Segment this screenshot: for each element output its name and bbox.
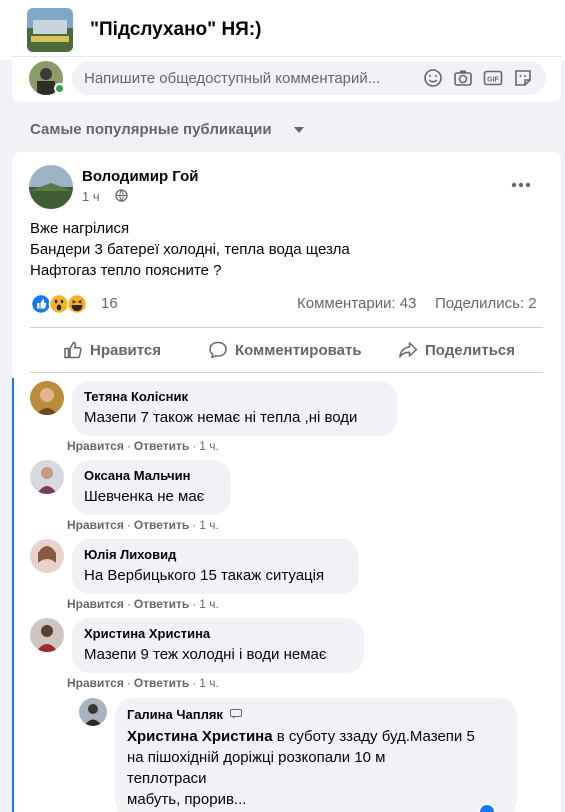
comment-reply-link[interactable]: Ответить [134, 439, 189, 453]
comment-placeholder: Напишите общедоступный комментарий... [84, 70, 381, 87]
comment-composer: Напишите общедоступный комментарий... GI… [12, 56, 561, 102]
sticker-icon[interactable] [512, 67, 534, 89]
comment-text: На Вербицького 15 такаж ситуація [84, 567, 325, 584]
reply-author-name[interactable]: Галина Чапляк [127, 707, 223, 723]
commenter-avatar[interactable] [30, 539, 64, 573]
comment-actions: Нравится · Ответить · 1 ч. [67, 518, 219, 532]
post-card: Володимир Гой 1 ч Вже нагрілися Бандери … [12, 152, 561, 812]
post-author-name[interactable]: Володимир Гой [82, 168, 198, 185]
post-line: Нафтогаз тепло поясните ? [30, 262, 222, 279]
comment-bubble-icon [209, 341, 227, 359]
divider [30, 372, 543, 373]
reply-avatar[interactable] [79, 698, 107, 726]
reply-text: Христина Христина в суботу ззаду буд.Маз… [127, 726, 505, 810]
like-button-label: Нравится [90, 341, 162, 359]
feed-sort-label[interactable]: Самые популярные публикации [30, 121, 272, 138]
comment-time[interactable]: 1 ч. [199, 518, 219, 532]
comment-text: Мазепи 9 теж холодні і води немає [84, 646, 327, 663]
comment-text: Мазепи 7 також немає ні тепла ,ні води [84, 409, 358, 426]
commenter-avatar[interactable] [30, 460, 64, 494]
comment-time[interactable]: 1 ч. [199, 439, 219, 453]
author-avatar[interactable] [29, 165, 73, 209]
group-title[interactable]: "Підслухано" НЯ:) [90, 19, 261, 41]
shares-count[interactable]: Поделились: 2 [435, 295, 537, 312]
comment-thread-line [12, 378, 14, 812]
comment-actions: Нравится · Ответить · 1 ч. [67, 676, 219, 690]
globe-icon [115, 189, 128, 202]
reply-text-line: на пішохідній доріжці розкопали 10 м [127, 749, 386, 766]
post-timestamp[interactable]: 1 ч [82, 189, 100, 204]
comment-reply-link[interactable]: Ответить [134, 518, 189, 532]
comment-like-link[interactable]: Нравится [67, 439, 124, 453]
svg-text:GIF: GIF [487, 77, 499, 84]
comment-button[interactable]: Комментировать [208, 332, 362, 368]
comment-reply-link[interactable]: Ответить [134, 597, 189, 611]
reply-text-line: теплотраси [127, 770, 207, 787]
share-arrow-icon [399, 342, 418, 358]
reply-text-line: мабуть, прорив... [127, 791, 247, 808]
comments-count[interactable]: Комментарии: 43 [297, 295, 417, 312]
like-button[interactable]: Нравится [63, 332, 161, 368]
group-avatar[interactable] [27, 8, 73, 52]
camera-icon[interactable] [452, 67, 474, 89]
post-line: Вже нагрілися [30, 220, 130, 237]
comment-like-link[interactable]: Нравится [67, 518, 124, 532]
commenter-name[interactable]: Тетяна Колісник [84, 389, 385, 405]
commenter-name[interactable]: Юлія Лиховид [84, 547, 347, 563]
group-header: "Підслухано" НЯ:) [0, 0, 565, 60]
share-button-label: Поделиться [425, 341, 516, 359]
comment-actions: Нравится · Ответить · 1 ч. [67, 597, 219, 611]
comment-bubble: Оксана Мальчин Шевченка не має [72, 460, 231, 515]
comment-bubble: Христина Христина Мазепи 9 теж холодні і… [72, 618, 364, 673]
online-status-dot [54, 83, 65, 94]
comment-like-link[interactable]: Нравится [67, 597, 124, 611]
comment-badge-icon [230, 709, 243, 719]
comment-time[interactable]: 1 ч. [199, 597, 219, 611]
comment-time[interactable]: 1 ч. [199, 676, 219, 690]
reaction-count[interactable]: 16 [101, 295, 118, 312]
share-button[interactable]: Поделиться [398, 332, 515, 368]
comment-reply-link[interactable]: Ответить [134, 676, 189, 690]
reply-bubble: Галина Чапляк Христина Христина в суботу… [115, 698, 517, 812]
commenter-avatar[interactable] [30, 381, 64, 415]
comment-bubble: Юлія Лиховид На Вербицького 15 такаж сит… [72, 539, 359, 594]
comment-bubble: Тетяна Колісник Мазепи 7 також немає ні … [72, 381, 397, 436]
divider [30, 327, 543, 328]
commenter-name[interactable]: Христина Христина [84, 626, 352, 642]
comment-actions: Нравится · Ответить · 1 ч. [67, 439, 219, 453]
wow-reaction-icon [48, 293, 70, 315]
post-line: Бандери 3 батереї холодні, тепла вода ще… [30, 241, 350, 258]
commenter-avatar[interactable] [30, 618, 64, 652]
reply-text-line: в суботу ззаду буд.Мазепи 5 [272, 728, 475, 745]
comment-text: Шевченка не має [84, 488, 205, 505]
thumbs-up-icon [64, 341, 82, 359]
commenter-name[interactable]: Оксана Мальчин [84, 468, 219, 484]
reaction-icons[interactable] [30, 293, 100, 315]
gif-icon[interactable]: GIF [482, 67, 504, 89]
haha-reaction-icon [66, 293, 88, 315]
post-body: Вже нагрілися Бандери 3 батереї холодні,… [30, 218, 350, 281]
comment-input[interactable]: Напишите общедоступный комментарий... GI… [72, 61, 546, 95]
comment-like-link[interactable]: Нравится [67, 676, 124, 690]
mention-link[interactable]: Христина Христина [127, 728, 273, 745]
more-options-icon[interactable] [507, 178, 535, 192]
like-reaction-icon [30, 293, 52, 315]
comment-button-label: Комментировать [235, 341, 362, 359]
emoji-icon[interactable] [422, 67, 444, 89]
caret-down-icon[interactable] [293, 126, 305, 134]
